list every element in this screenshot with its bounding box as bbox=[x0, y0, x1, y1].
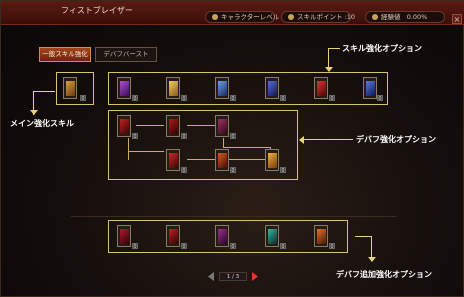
debuff-add-level-2: 0 bbox=[181, 243, 187, 250]
debuff-add-slot-1[interactable] bbox=[117, 225, 131, 247]
red-extra-icon bbox=[120, 229, 129, 244]
level-icon bbox=[212, 14, 218, 20]
experience-icon bbox=[372, 14, 378, 20]
next-page-button[interactable] bbox=[251, 271, 259, 282]
page-indicator: 1 / 3 bbox=[219, 272, 247, 281]
purple-debuff-icon bbox=[218, 119, 227, 134]
skill-enhance-level-6: 0 bbox=[377, 95, 383, 102]
skill-enhance-slot-5[interactable] bbox=[314, 77, 328, 99]
skill-enhance-level-4: 0 bbox=[280, 95, 286, 102]
main-skill-level: 0 bbox=[80, 95, 86, 102]
debuff-enhance-slot-5[interactable] bbox=[215, 149, 229, 171]
skill-points-badge: スキルポイント :10 bbox=[281, 11, 355, 23]
title-bar: フィストブレイザー キャラクターレベル スキルポイント :10 経験値 0.00… bbox=[1, 1, 464, 25]
debuff-enhance-level-6: 0 bbox=[280, 167, 286, 174]
skill-enhance-frame bbox=[108, 72, 388, 105]
debuff-add-slot-3[interactable] bbox=[215, 225, 229, 247]
skill-point-icon bbox=[288, 14, 294, 20]
annotation-arrow-line bbox=[303, 139, 353, 140]
debuff-enhance-slot-1[interactable] bbox=[117, 115, 131, 137]
debuff-enhance-slot-6[interactable] bbox=[265, 149, 279, 171]
divider bbox=[71, 216, 396, 217]
debuff-enhance-slot-2[interactable] bbox=[166, 115, 180, 137]
blue-skill-icon bbox=[218, 81, 227, 96]
skill-enhance-slot-6[interactable] bbox=[363, 77, 377, 99]
connector-line bbox=[223, 138, 224, 147]
experience-value: 0.00% bbox=[406, 13, 428, 21]
annotation-debuff-enhance-option: デバフ強化オプション bbox=[356, 135, 436, 144]
debuff-add-level-5: 0 bbox=[329, 243, 335, 250]
annotation-arrow-line bbox=[355, 236, 371, 237]
connector-line bbox=[187, 125, 215, 126]
connector-line bbox=[128, 138, 129, 160]
debuff-add-level-4: 0 bbox=[280, 243, 286, 250]
green-extra-icon bbox=[268, 229, 277, 244]
annotation-arrow-icon bbox=[299, 136, 304, 144]
annotation-skill-enhance-option: スキル強化オプション bbox=[342, 44, 422, 53]
fire-extra-icon bbox=[317, 229, 326, 244]
annotation-arrow-line bbox=[328, 48, 340, 49]
gold-debuff-icon bbox=[268, 153, 277, 168]
skill-enhance-level-2: 0 bbox=[181, 95, 187, 102]
annotation-arrow-line bbox=[371, 236, 372, 258]
annotation-arrow-icon bbox=[368, 257, 376, 262]
annotation-arrow-line bbox=[328, 48, 329, 68]
experience-badge: 経験値 0.00% bbox=[365, 11, 445, 23]
connector-line bbox=[128, 151, 164, 152]
close-button[interactable]: × bbox=[452, 14, 462, 24]
debuff-add-level-1: 0 bbox=[132, 243, 138, 250]
debuff-enhance-level-4: 0 bbox=[181, 167, 187, 174]
debuff-enhance-slot-3[interactable] bbox=[215, 115, 229, 137]
experience-label: 経験値 bbox=[381, 13, 401, 21]
debuff-add-slot-5[interactable] bbox=[314, 225, 328, 247]
debuff-enhance-slot-4[interactable] bbox=[166, 149, 180, 171]
pager: 1 / 3 bbox=[207, 271, 259, 282]
purple-skill-icon bbox=[120, 81, 129, 96]
red-debuff-icon bbox=[169, 153, 178, 168]
annotation-arrow-icon bbox=[325, 67, 333, 72]
purple-extra-icon bbox=[218, 229, 227, 244]
debuff-add-slot-4[interactable] bbox=[265, 225, 279, 247]
gold-skill-icon bbox=[169, 81, 178, 96]
red-debuff-icon bbox=[120, 119, 129, 134]
connector-line bbox=[223, 147, 271, 148]
blue-skill-icon bbox=[366, 81, 375, 96]
skill-enhance-level-1: 0 bbox=[132, 95, 138, 102]
connector-line bbox=[136, 125, 164, 126]
red-debuff-icon bbox=[169, 119, 178, 134]
red-skill-icon bbox=[317, 81, 326, 96]
character-level-label: キャラクターレベル bbox=[221, 13, 280, 21]
tab-debuff-burst[interactable]: デバフバースト bbox=[95, 47, 157, 62]
debuff-enhance-level-3: 0 bbox=[230, 133, 236, 140]
annotation-arrow-line bbox=[33, 91, 55, 92]
red-extra-icon bbox=[169, 229, 178, 244]
debuff-enhance-level-1: 0 bbox=[132, 133, 138, 140]
debuff-enhance-level-2: 0 bbox=[181, 133, 187, 140]
annotation-debuff-add-enhance-option: デバフ追加強化オプション bbox=[336, 270, 432, 279]
skill-enhance-level-3: 0 bbox=[230, 95, 236, 102]
skill-enhance-slot-3[interactable] bbox=[215, 77, 229, 99]
annotation-arrow-icon bbox=[30, 110, 38, 115]
skill-enhance-slot-2[interactable] bbox=[166, 77, 180, 99]
character-level-badge: キャラクターレベル bbox=[205, 11, 279, 23]
window-title: フィストブレイザー bbox=[61, 6, 133, 15]
blue-skill-icon bbox=[268, 81, 277, 96]
skill-enhance-slot-1[interactable] bbox=[117, 77, 131, 99]
debuff-add-slot-2[interactable] bbox=[166, 225, 180, 247]
debuff-enhance-level-5: 0 bbox=[230, 167, 236, 174]
main-skill-icon bbox=[66, 81, 75, 96]
annotation-main-enhance-skill: メイン強化スキル bbox=[10, 119, 74, 128]
prev-page-button[interactable] bbox=[207, 271, 215, 282]
tab-general-skill-enhance[interactable]: 一般スキル強化 bbox=[39, 47, 91, 62]
debuff-add-level-3: 0 bbox=[230, 243, 236, 250]
skill-points-label: スキルポイント :10 bbox=[297, 13, 356, 21]
skill-enhance-window: フィストブレイザー キャラクターレベル スキルポイント :10 経験値 0.00… bbox=[0, 0, 464, 297]
fire-debuff-icon bbox=[218, 153, 227, 168]
skill-enhance-level-5: 0 bbox=[329, 95, 335, 102]
skill-enhance-slot-4[interactable] bbox=[265, 77, 279, 99]
main-skill-slot[interactable] bbox=[63, 77, 77, 99]
